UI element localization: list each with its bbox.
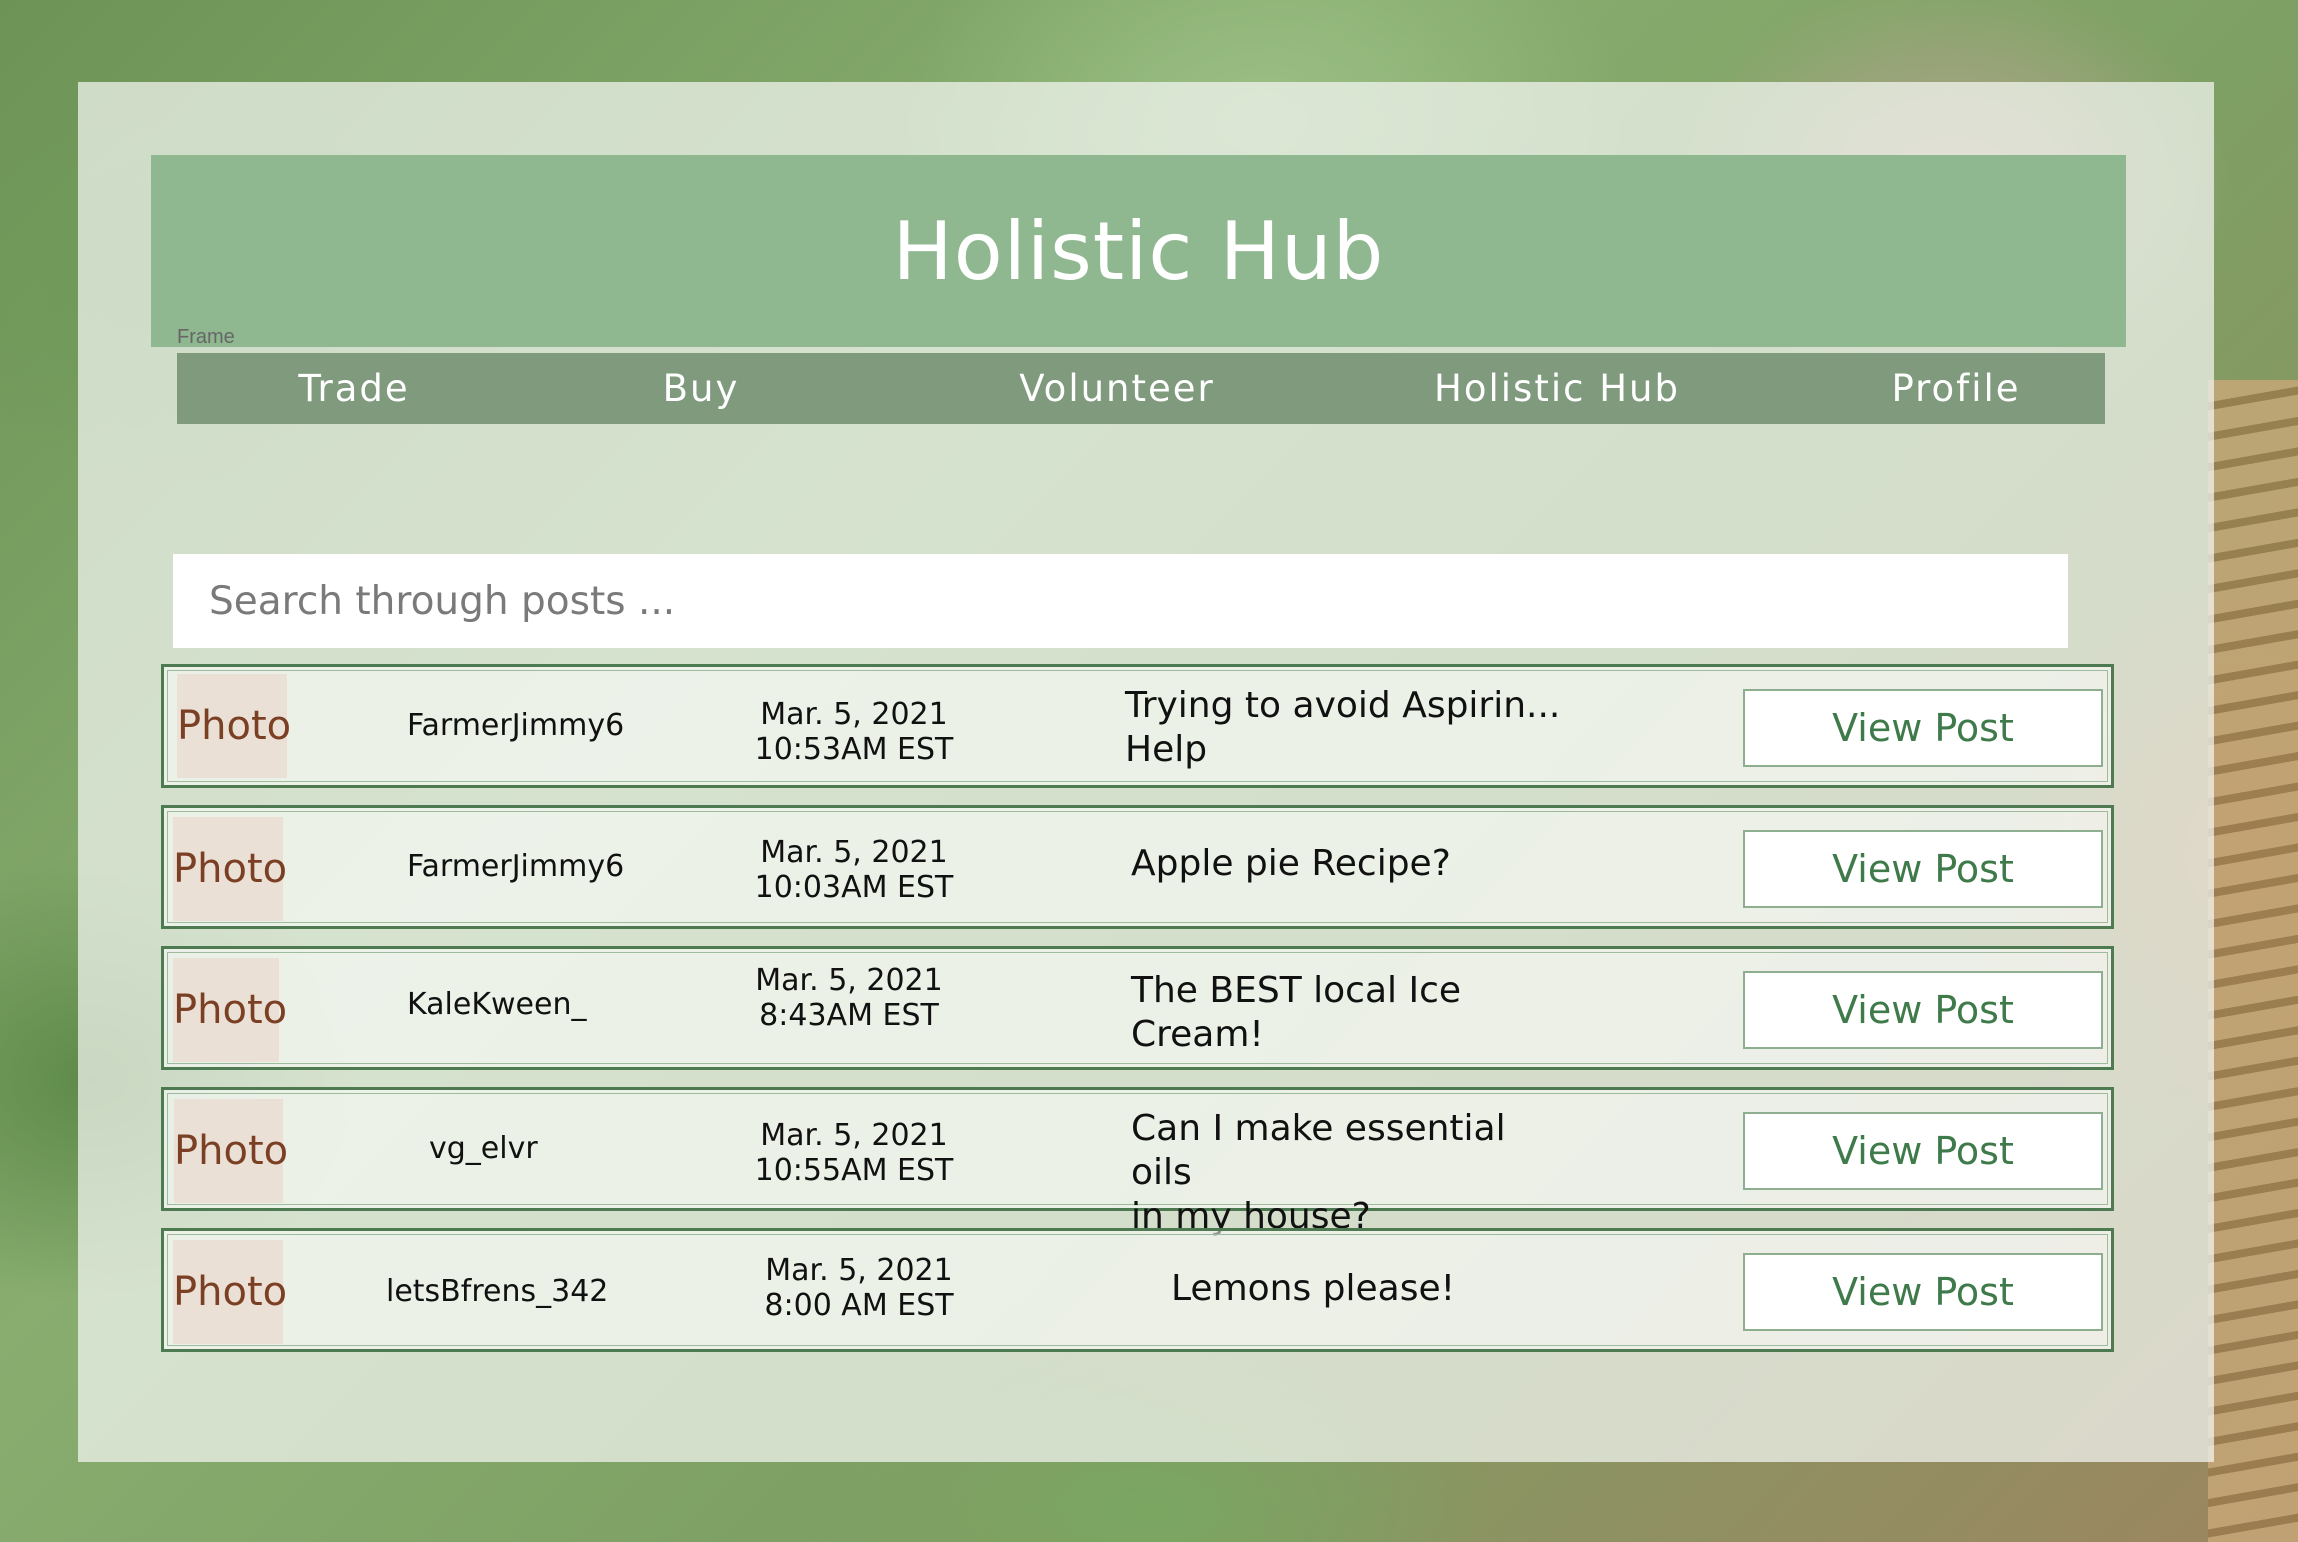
view-post-button[interactable]: View Post: [1743, 1112, 2103, 1190]
post-photo: Photo: [173, 817, 287, 921]
post-username: FarmerJimmy6: [407, 849, 625, 884]
post-title-line: Cream!: [1131, 1014, 1264, 1055]
view-post-button[interactable]: View Post: [1743, 1253, 2103, 1331]
post-username: FarmerJimmy6: [407, 708, 625, 743]
post-row: Photo vg_elvr Mar. 5, 2021 10:55AM EST C…: [161, 1087, 2114, 1237]
post-datetime: Mar. 5, 2021 8:43AM EST: [734, 963, 964, 1033]
nav-profile[interactable]: Profile: [1891, 353, 2020, 424]
post-photo: Photo: [174, 1099, 288, 1203]
post-date: Mar. 5, 2021: [755, 963, 943, 998]
post-title-line: Trying to avoid Aspirin...: [1125, 685, 1561, 726]
post-title-line: Apple pie Recipe?: [1131, 843, 1451, 884]
post-time: 10:53AM EST: [754, 732, 954, 767]
title-banner: Holistic Hub: [151, 155, 2126, 347]
post-time: 8:43AM EST: [759, 998, 939, 1033]
background-basket: [2208, 380, 2298, 1542]
post-username: letsBfrens_342: [386, 1274, 609, 1309]
post-photo: Photo: [173, 958, 287, 1062]
main-nav: Trade Buy Volunteer Holistic Hub Profile: [177, 353, 2105, 424]
page-title: Holistic Hub: [892, 204, 1385, 298]
post-datetime: Mar. 5, 2021 10:03AM EST: [739, 835, 969, 905]
post-title: Lemons please!: [1171, 1267, 1611, 1311]
post-time: 10:55AM EST: [754, 1153, 954, 1188]
post-title: Can I make essential oils in my house?: [1131, 1107, 1571, 1239]
post-title: The BEST local Ice Cream!: [1131, 969, 1571, 1057]
post-date: Mar. 5, 2021: [760, 697, 948, 732]
post-row: Photo FarmerJimmy6 Mar. 5, 2021 10:53AM …: [161, 664, 2114, 788]
view-post-button[interactable]: View Post: [1743, 971, 2103, 1049]
nav-trade[interactable]: Trade: [298, 353, 409, 424]
post-date: Mar. 5, 2021: [760, 835, 948, 870]
nav-holistic-hub[interactable]: Holistic Hub: [1434, 353, 1680, 424]
post-datetime: Mar. 5, 2021 10:53AM EST: [739, 697, 969, 767]
post-title-line: The BEST local Ice: [1131, 970, 1462, 1011]
search-input[interactable]: [173, 554, 2068, 648]
post-title-line: Lemons please!: [1171, 1268, 1456, 1309]
nav-buy[interactable]: Buy: [663, 353, 740, 424]
view-post-button[interactable]: View Post: [1743, 830, 2103, 908]
post-title: Trying to avoid Aspirin... Help: [1125, 684, 1565, 772]
post-title-line: Can I make essential oils: [1131, 1108, 1506, 1193]
post-datetime: Mar. 5, 2021 10:55AM EST: [739, 1118, 969, 1188]
post-date: Mar. 5, 2021: [760, 1118, 948, 1153]
post-title: Apple pie Recipe?: [1131, 842, 1571, 886]
frame-label: Frame: [177, 326, 235, 348]
post-row: Photo KaleKween_ Mar. 5, 2021 8:43AM EST…: [161, 946, 2114, 1070]
post-row: Photo letsBfrens_342 Mar. 5, 2021 8:00 A…: [161, 1228, 2114, 1352]
post-time: 10:03AM EST: [754, 870, 954, 905]
post-username: KaleKween_: [407, 987, 587, 1022]
post-row: Photo FarmerJimmy6 Mar. 5, 2021 10:03AM …: [161, 805, 2114, 929]
post-datetime: Mar. 5, 2021 8:00 AM EST: [744, 1253, 974, 1323]
post-photo: Photo: [177, 674, 291, 778]
post-time: 8:00 AM EST: [764, 1288, 954, 1323]
post-date: Mar. 5, 2021: [765, 1253, 953, 1288]
post-photo: Photo: [173, 1240, 287, 1344]
post-username: vg_elvr: [429, 1131, 538, 1166]
view-post-button[interactable]: View Post: [1743, 689, 2103, 767]
nav-volunteer[interactable]: Volunteer: [1019, 353, 1215, 424]
post-title-line: Help: [1125, 729, 1208, 770]
